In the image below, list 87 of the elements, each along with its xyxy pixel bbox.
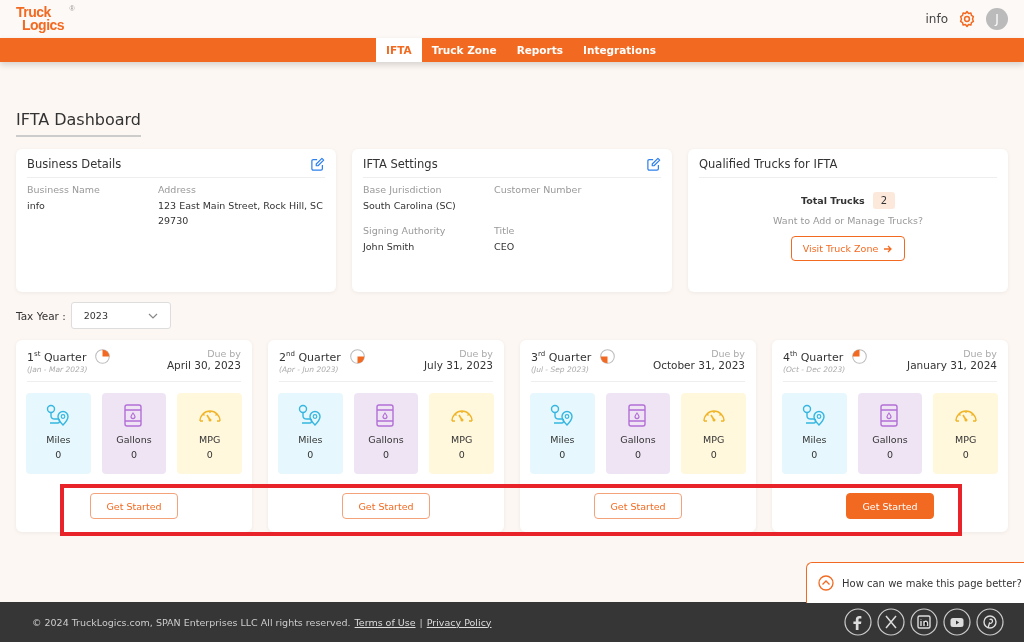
get-started-button[interactable]: Get Started	[90, 493, 178, 519]
stat-label: Gallons	[116, 434, 152, 445]
edit-icon[interactable]	[647, 157, 661, 171]
card-title: IFTA Settings	[363, 157, 438, 171]
edit-icon[interactable]	[311, 157, 325, 171]
stat-value: 0	[307, 449, 314, 460]
get-started-button[interactable]: Get Started	[594, 493, 682, 519]
due-date: October 31, 2023	[652, 359, 745, 371]
due-label: Due by	[962, 348, 997, 359]
settings-icon[interactable]	[958, 10, 976, 28]
card-title: Qualified Trucks for IFTA	[699, 157, 838, 171]
stat-value: 0	[206, 449, 213, 460]
pie-chart-icon	[851, 348, 869, 365]
stat-value: 0	[886, 449, 893, 460]
stat-label: Gallons	[620, 434, 656, 445]
field-value: South Carolina (SC)	[363, 199, 457, 213]
stat-label: Gallons	[872, 434, 908, 445]
chevron-down-icon	[147, 312, 158, 319]
pie-chart-icon	[599, 348, 617, 365]
field-label: Address	[158, 184, 197, 195]
separator: |	[419, 616, 423, 628]
arrow-right-icon	[883, 243, 894, 254]
stat-value: 0	[55, 449, 62, 460]
stat-value: 0	[130, 449, 137, 460]
field-value: 123 East Main Street, Rock Hill, SC 29730	[158, 199, 324, 228]
footer-link[interactable]: Terms of Use	[354, 616, 416, 628]
pin-icon[interactable]	[976, 608, 1004, 636]
video-play-icon[interactable]	[943, 608, 971, 636]
stat-value: 0	[811, 449, 818, 460]
stat-label: Gallons	[368, 434, 404, 445]
field-label: Customer Number	[494, 184, 583, 195]
feedback-tab[interactable]: How can we make this page better?	[806, 562, 1024, 603]
field-value: info	[27, 199, 46, 213]
get-started-button[interactable]: Get Started	[342, 493, 430, 519]
facebook-icon[interactable]	[844, 608, 872, 636]
stat-value: 0	[458, 449, 465, 460]
avatar[interactable]: J	[986, 8, 1008, 30]
field-value: CEO	[494, 240, 516, 254]
stat-label: Miles	[550, 434, 575, 445]
quarter-title: 1$^{st}$ Quarter	[27, 349, 87, 364]
stat-value: 0	[962, 449, 969, 460]
stat-label: Miles	[802, 434, 827, 445]
user-name[interactable]: info	[925, 12, 948, 26]
visit-truck-zone-button[interactable]: Visit Truck Zone	[790, 236, 906, 261]
field-label: Base Jurisdiction	[363, 184, 443, 195]
quarter-title: 4$^{th}$ Quarter	[783, 349, 844, 364]
quarter-title: 2$^{nd}$ Quarter	[279, 349, 341, 364]
stat-label: MPG	[199, 434, 221, 445]
stat-value: 0	[382, 449, 389, 460]
stat-value: 0	[559, 449, 566, 460]
linkedin-icon[interactable]	[910, 608, 938, 636]
field-label: Title	[494, 225, 516, 236]
page-title: IFTA Dashboard	[16, 110, 141, 137]
x-icon[interactable]	[877, 608, 905, 636]
stat-label: Miles	[298, 434, 323, 445]
field-value: John Smith	[363, 240, 416, 254]
copyright-text: © 2024 TruckLogics.com, SPAN Enterprises LLC All rights reserved.	[32, 616, 351, 628]
stat-value: 0	[634, 449, 641, 460]
card-title: Business Details	[27, 157, 122, 171]
stat-label: MPG	[703, 434, 725, 445]
footer-link[interactable]: Privacy Policy	[426, 616, 492, 628]
nav-tab[interactable]: Integrations	[573, 38, 666, 62]
due-label: Due by	[710, 348, 745, 359]
tax-year-select[interactable]: 2023	[70, 302, 171, 329]
quarter-title: 3$^{rd}$ Quarter	[531, 349, 592, 364]
stat-label: MPG	[451, 434, 473, 445]
due-date: April 30, 2023	[166, 359, 241, 371]
total-label: Total Trucks	[800, 195, 865, 206]
field-label: Signing Authority	[363, 225, 447, 236]
due-label: Due by	[206, 348, 241, 359]
tax-year-label: Tax Year :	[16, 309, 66, 322]
chevron-up-icon	[818, 575, 834, 591]
nav-tab[interactable]: IFTA	[376, 38, 422, 62]
total-count: 2	[872, 192, 896, 209]
stat-label: MPG	[955, 434, 977, 445]
pie-chart-icon	[94, 348, 112, 365]
due-label: Due by	[458, 348, 493, 359]
pie-chart-icon	[348, 348, 366, 365]
due-date: July 31, 2023	[424, 359, 493, 371]
stat-value: 0	[710, 449, 717, 460]
stat-label: Miles	[46, 434, 71, 445]
field-label: Business Name	[27, 184, 101, 195]
prompt-text: Want to Add or Manage Trucks?	[772, 215, 924, 226]
nav-tab[interactable]: Reports	[506, 38, 573, 62]
due-date: January 31, 2024	[907, 359, 997, 371]
nav-tab[interactable]: Truck Zone	[421, 38, 507, 62]
get-started-button[interactable]: Get Started	[846, 493, 934, 519]
